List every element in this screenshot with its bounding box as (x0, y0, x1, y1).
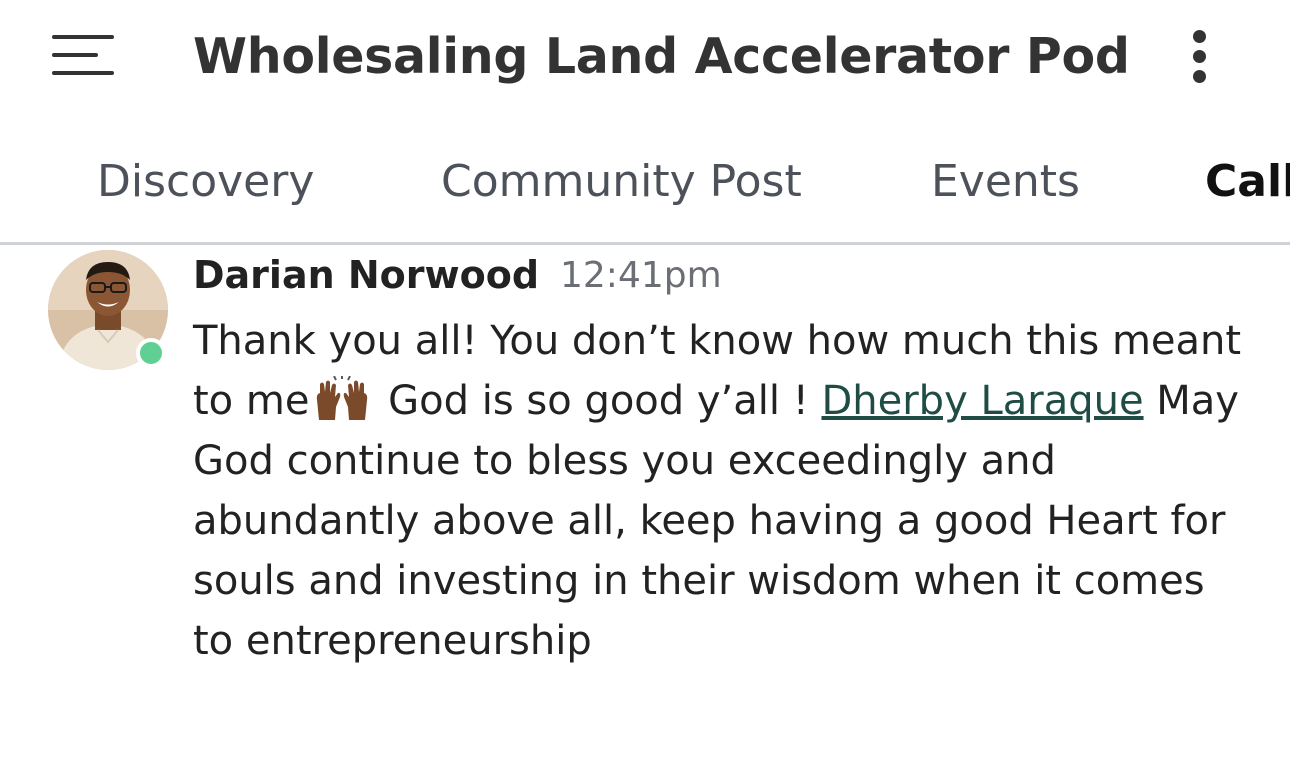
vertical-ellipsis-icon[interactable] (1186, 30, 1214, 86)
tab-events[interactable]: Events (931, 156, 1080, 207)
message-body: Thank you all! You don’t know how much t… (193, 311, 1253, 671)
tab-discovery[interactable]: Discovery (97, 156, 314, 207)
tab-call[interactable]: Call (1205, 156, 1290, 207)
raising-hands-emoji-icon (309, 375, 375, 420)
message-timestamp: 12:41pm (560, 255, 722, 296)
message-text: God is so good y’all ! (375, 378, 822, 424)
app-header: Wholesaling Land Accelerator Pod (0, 0, 1290, 118)
tab-community-post[interactable]: Community Post (441, 156, 802, 207)
online-status-indicator (136, 338, 166, 368)
user-mention-link[interactable]: Dherby Laraque (821, 378, 1143, 424)
chat-message: Darian Norwood 12:41pm Thank you all! Yo… (0, 245, 1290, 759)
message-author[interactable]: Darian Norwood (193, 253, 539, 297)
page-title: Wholesaling Land Accelerator Pod (193, 28, 1130, 85)
tab-bar: Discovery Community Post Events Call (0, 118, 1290, 245)
hamburger-menu-icon[interactable] (52, 33, 114, 77)
